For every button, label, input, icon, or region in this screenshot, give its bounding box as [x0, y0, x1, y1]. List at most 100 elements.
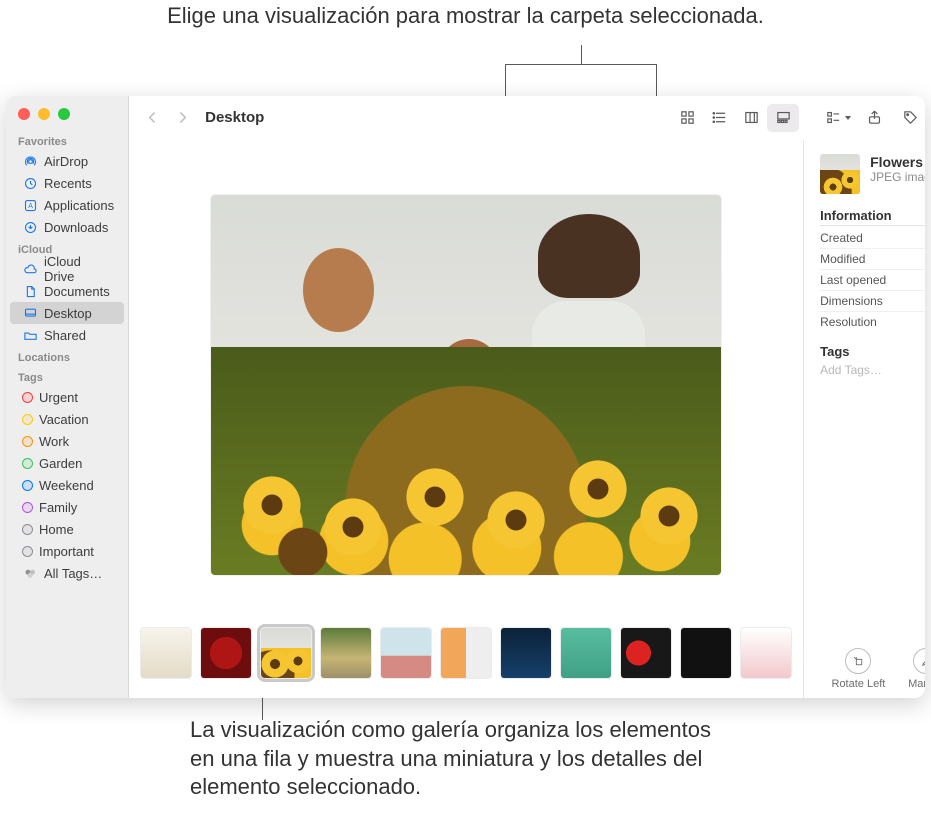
sidebar-item-airdrop[interactable]: AirDrop: [10, 150, 124, 172]
view-icon-button[interactable]: [671, 104, 703, 132]
window-close-button[interactable]: [18, 108, 30, 120]
info-row: ModifiedToday, 9:41 AM: [820, 249, 925, 270]
info-row: Last openedToday, 5:34 PM: [820, 270, 925, 291]
thumbnail-item[interactable]: [141, 628, 191, 678]
sidebar-item-label: AirDrop: [44, 154, 88, 169]
toolbar: Desktop: [129, 96, 925, 140]
sidebar-tag-urgent[interactable]: Urgent: [10, 386, 124, 408]
thumbnail-item[interactable]: [201, 628, 251, 678]
quick-action-label: Markup: [908, 678, 925, 690]
document-icon: [22, 283, 38, 299]
thumbnail-item[interactable]: [381, 628, 431, 678]
cloud-icon: [22, 261, 38, 277]
svg-text:A: A: [28, 203, 33, 210]
info-section-label: Information: [820, 208, 892, 223]
markup-button[interactable]: Markup: [908, 648, 925, 690]
sidebar-tag-garden[interactable]: Garden: [10, 452, 124, 474]
sidebar-item-label: Important: [39, 544, 94, 559]
tag-dot-icon: [22, 436, 33, 447]
sidebar-tag-work[interactable]: Work: [10, 430, 124, 452]
file-name: Flowers: [870, 154, 925, 170]
sidebar: Favorites AirDrop Recents A Applications…: [6, 96, 129, 698]
thumbnail-item[interactable]: [501, 628, 551, 678]
quick-actions: Rotate Left Markup More…: [820, 634, 925, 690]
thumbnail-strip[interactable]: [129, 620, 803, 698]
sidebar-item-label: Documents: [44, 284, 110, 299]
finder-window: Favorites AirDrop Recents A Applications…: [6, 96, 925, 698]
window-zoom-button[interactable]: [58, 108, 70, 120]
sidebar-item-label: All Tags…: [44, 566, 102, 581]
callout-view-toolbar: Elige una visualización para mostrar la …: [0, 2, 931, 31]
thumbnail-item[interactable]: [681, 628, 731, 678]
sidebar-tag-weekend[interactable]: Weekend: [10, 474, 124, 496]
sidebar-item-applications[interactable]: A Applications: [10, 194, 124, 216]
all-tags-icon: [22, 565, 38, 581]
share-button[interactable]: [859, 104, 889, 132]
sidebar-item-label: Home: [39, 522, 74, 537]
apps-icon: A: [22, 197, 38, 213]
nav-forward-button[interactable]: [167, 104, 197, 132]
sidebar-item-label: Recents: [44, 176, 92, 191]
view-list-button[interactable]: [703, 104, 735, 132]
sidebar-section-tags: Tags: [6, 366, 128, 386]
thumbnail-item[interactable]: [321, 628, 371, 678]
tags-button[interactable]: [895, 104, 925, 132]
rotate-left-icon: [845, 648, 871, 674]
thumbnail-item[interactable]: [441, 628, 491, 678]
info-row: Dimensions2800 x 1800: [820, 291, 925, 312]
sidebar-item-label: Vacation: [39, 412, 89, 427]
group-by-button[interactable]: [823, 104, 853, 132]
gallery-pane: [129, 140, 804, 698]
sidebar-item-desktop[interactable]: Desktop: [10, 302, 124, 324]
sidebar-item-icloud-drive[interactable]: iCloud Drive: [10, 258, 124, 280]
info-thumbnail: [820, 154, 860, 194]
sidebar-section-favorites: Favorites: [6, 130, 128, 150]
tag-dot-icon: [22, 458, 33, 469]
sidebar-item-label: Family: [39, 500, 77, 515]
sidebar-item-downloads[interactable]: Downloads: [10, 216, 124, 238]
main-area: Desktop: [129, 96, 925, 698]
window-minimize-button[interactable]: [38, 108, 50, 120]
sidebar-item-label: Weekend: [39, 478, 94, 493]
sidebar-item-label: Shared: [44, 328, 86, 343]
desktop-icon: [22, 305, 38, 321]
nav-back-button[interactable]: [137, 104, 167, 132]
sidebar-item-label: Downloads: [44, 220, 108, 235]
tag-dot-icon: [22, 502, 33, 513]
sidebar-item-documents[interactable]: Documents: [10, 280, 124, 302]
add-tags-field[interactable]: Add Tags…: [820, 363, 925, 377]
thumbnail-item[interactable]: [561, 628, 611, 678]
rotate-left-button[interactable]: Rotate Left: [832, 648, 886, 690]
view-column-button[interactable]: [735, 104, 767, 132]
sidebar-all-tags[interactable]: All Tags…: [10, 562, 124, 584]
tag-dot-icon: [22, 480, 33, 491]
info-row: CreatedToday, 9:41 AM: [820, 228, 925, 249]
sidebar-item-label: Desktop: [44, 306, 92, 321]
tag-dot-icon: [22, 546, 33, 557]
sidebar-tag-family[interactable]: Family: [10, 496, 124, 518]
sidebar-tag-home[interactable]: Home: [10, 518, 124, 540]
thumbnail-item-selected[interactable]: [261, 628, 311, 678]
sidebar-item-recents[interactable]: Recents: [10, 172, 124, 194]
view-switcher: [671, 104, 799, 132]
sidebar-tag-important[interactable]: Important: [10, 540, 124, 562]
thumbnail-item[interactable]: [741, 628, 791, 678]
sidebar-item-label: Garden: [39, 456, 82, 471]
info-pane: Flowers JPEG image - 2.5 MB Information …: [804, 140, 925, 698]
info-row: Resolution72×72: [820, 312, 925, 332]
sidebar-item-label: Applications: [44, 198, 114, 213]
view-gallery-button[interactable]: [767, 104, 799, 132]
callout-gallery-view: La visualización como galería organiza l…: [190, 716, 730, 802]
sidebar-item-label: Work: [39, 434, 69, 449]
tags-section-label: Tags: [820, 344, 925, 359]
preview-area: [129, 140, 803, 620]
quick-action-label: Rotate Left: [832, 678, 886, 690]
sidebar-item-label: Urgent: [39, 390, 78, 405]
sidebar-tag-vacation[interactable]: Vacation: [10, 408, 124, 430]
download-icon: [22, 219, 38, 235]
sidebar-item-shared[interactable]: Shared: [10, 324, 124, 346]
preview-image[interactable]: [211, 195, 721, 575]
tag-dot-icon: [22, 392, 33, 403]
thumbnail-item[interactable]: [621, 628, 671, 678]
window-title: Desktop: [205, 109, 264, 126]
